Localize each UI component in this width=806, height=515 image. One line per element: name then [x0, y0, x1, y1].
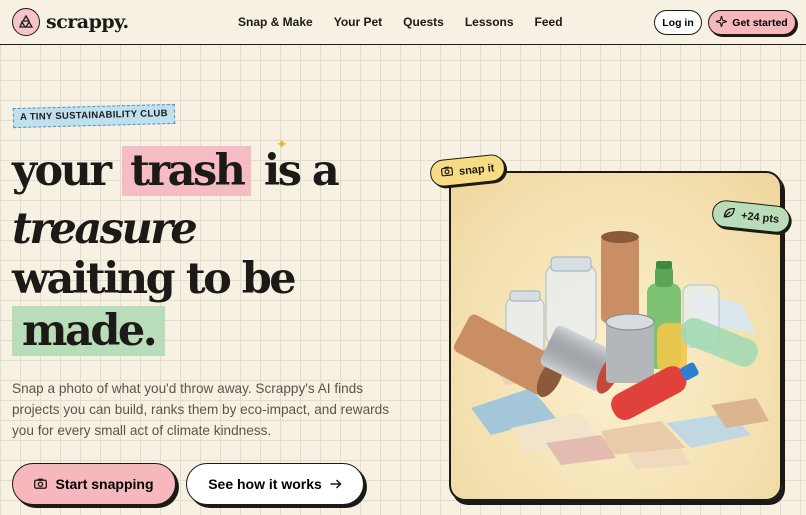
sparkle-icon [714, 13, 730, 30]
headline-word-made: made. [12, 306, 166, 356]
start-snapping-label: Start snapping [55, 476, 154, 492]
headline-word-is-a: is a [263, 146, 340, 196]
headline-line-waiting: waiting to be [12, 254, 297, 304]
snap-it-label: snap it [458, 161, 495, 178]
camera-icon [440, 166, 454, 180]
nav-links: Snap & Make Your Pet Quests Lessons Feed [238, 15, 563, 29]
nav-link-snap-make[interactable]: Snap & Make [238, 15, 313, 29]
see-how-it-works-button[interactable]: See how it works [186, 463, 364, 505]
login-button[interactable]: Log in [654, 10, 702, 35]
headline-line-treasure: treasure [12, 204, 198, 254]
points-label: +24 pts [740, 209, 780, 226]
get-started-button[interactable]: Get started [708, 10, 796, 35]
headline-word-trash: trash [122, 146, 252, 196]
logo-text: scrappy. [46, 11, 129, 33]
logo[interactable]: scrappy. [12, 8, 129, 36]
nav-link-quests[interactable]: Quests [403, 15, 444, 29]
leaf-icon [722, 206, 736, 222]
headline-word-your: your [12, 146, 112, 196]
club-tag: A TINY SUSTAINABILITY CLUB [12, 103, 176, 129]
nav-link-lessons[interactable]: Lessons [465, 15, 514, 29]
arrow-right-icon [330, 476, 342, 492]
headline-line-1: your trash is a [12, 146, 340, 196]
hero-subtext: Snap a photo of what you'd throw away. S… [12, 381, 390, 438]
nav-link-feed[interactable]: Feed [535, 15, 563, 29]
nav-link-your-pet[interactable]: Your Pet [334, 15, 382, 29]
get-started-label: Get started [732, 16, 788, 29]
start-snapping-button[interactable]: Start snapping [12, 463, 176, 505]
see-how-label: See how it works [208, 476, 322, 492]
headline-line-4: made. [12, 306, 166, 356]
camera-icon [34, 476, 48, 492]
top-nav: scrappy. Snap & Make Your Pet Quests Les… [0, 0, 806, 45]
recycle-icon [12, 8, 40, 36]
